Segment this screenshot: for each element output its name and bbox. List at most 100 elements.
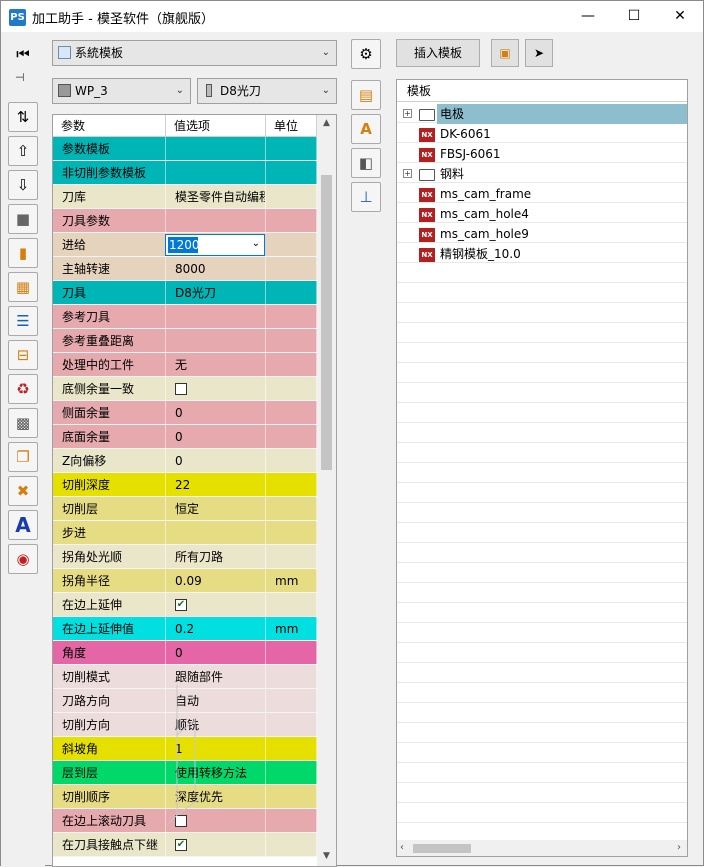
param-value[interactable]: 自动 [166,689,266,713]
move-down-icon[interactable]: ⇩ [8,170,38,200]
maximize-button[interactable]: ☐ [611,1,657,32]
checkbox[interactable] [175,814,187,827]
param-value[interactable]: 1 [166,737,266,761]
param-value[interactable]: 22 [166,473,266,497]
feed-input[interactable]: 1200 ⌄ [165,234,265,256]
table-row[interactable]: 侧面余量 0 [53,401,317,425]
workpiece-cube-icon[interactable]: ■ [8,204,38,234]
checkbox[interactable]: ✔ [175,598,187,611]
export-template-icon[interactable]: ➤ [525,39,553,67]
toolpath-edit-icon[interactable]: ▦ [8,272,38,302]
table-row[interactable]: 在边上滚动刀具 [53,809,317,833]
table-row[interactable]: 参考重叠距离 [53,329,317,353]
table-row[interactable]: 刀具 D8光刀 [53,281,317,305]
table-row[interactable]: 切削模式 跟随部件 [53,665,317,689]
param-value[interactable] [166,329,266,353]
table-row[interactable]: 刀具参数 [53,209,317,233]
param-value[interactable]: 跟随部件 [166,665,266,689]
tree-folder[interactable]: + 电极 [403,104,687,124]
table-row[interactable]: 处理中的工件无 [53,353,317,377]
feed-value[interactable]: 1200 [168,237,200,253]
template-stack-icon[interactable]: ▤ [351,80,381,110]
chevron-down-icon[interactable]: ⌄ [252,238,260,249]
checkbox[interactable]: ✔ [175,838,187,851]
table-row[interactable]: 参考刀具 [53,305,317,329]
expand-icon[interactable]: + [403,109,412,118]
scroll-thumb[interactable] [321,175,332,470]
coordinate-icon[interactable]: ⊟ [8,340,38,370]
eraser-icon[interactable]: ▮ [8,238,38,268]
tree-item[interactable]: NX ms_cam_hole9 [397,224,687,244]
table-row[interactable]: 拐角半径 0.09 mm [53,569,317,593]
list-generate-icon[interactable]: ☰ [8,306,38,336]
settings-gear-icon[interactable]: ⚙ [351,39,381,69]
template-select[interactable]: 系統模板 ⌄ [52,40,337,66]
table-row[interactable]: 切削顺序 深度优先 [53,785,317,809]
tree-item[interactable]: NX DK-6061 [397,124,687,144]
param-value[interactable] [166,137,266,161]
tool-blue-icon[interactable]: ⊥ [351,182,381,212]
param-value[interactable]: 深度优先 [166,785,266,809]
param-value[interactable]: 所有刀路 [166,545,266,569]
table-row[interactable]: 切削层 恒定 [53,497,317,521]
tree-item[interactable]: NX 精钢模板_10.0 [397,244,687,264]
copy-paste-icon[interactable]: ❐ [8,442,38,472]
param-value[interactable]: 恒定 [166,497,266,521]
scroll-left-icon[interactable]: ‹ [400,842,404,853]
simulate-car-icon[interactable]: ◉ [8,544,38,574]
param-value[interactable] [166,521,266,545]
scroll-down-icon[interactable]: ▼ [317,848,336,864]
param-value[interactable]: 0.2 [166,617,266,641]
table-row[interactable]: 切削方向 顺铣 [53,713,317,737]
pin-icon[interactable]: ⊣ [15,71,25,84]
text-a-icon[interactable]: A [8,510,38,540]
param-value[interactable] [166,809,266,833]
table-row[interactable]: 斜坡角 1 [53,737,317,761]
expand-icon[interactable]: + [403,169,412,178]
param-value[interactable]: 0 [166,449,266,473]
table-row[interactable]: 底侧余量一致 [53,377,317,401]
insert-template-button[interactable]: 插入模板 [396,39,480,67]
scroll-up-icon[interactable]: ▲ [317,115,336,131]
table-row[interactable]: 在刀具接触点下继 ✔ [53,833,317,857]
table-row[interactable]: 刀库 模圣零件自动编程 [53,185,317,209]
param-value[interactable] [166,377,266,401]
param-value[interactable] [166,305,266,329]
table-row[interactable]: 拐角处光顺 所有刀路 [53,545,317,569]
move-up-icon[interactable]: ⇧ [8,136,38,166]
table-row[interactable]: 底面余量 0 [53,425,317,449]
param-value[interactable]: 0 [166,401,266,425]
wp-select[interactable]: WP_3 ⌄ [52,78,191,104]
view-hatch-icon[interactable]: ▩ [8,408,38,438]
table-row[interactable]: 参数模板 [53,137,317,161]
table-row[interactable]: 层到层 使用转移方法 [53,761,317,785]
table-row[interactable]: 在边上延伸 ✔ [53,593,317,617]
param-value[interactable]: ✔ [166,833,266,857]
param-value[interactable] [166,161,266,185]
param-value[interactable]: 无 [166,353,266,377]
tool-holder-icon[interactable]: ♻ [8,374,38,404]
horizontal-scrollbar[interactable]: ‹ › [397,840,687,856]
table-row[interactable]: 角度 0 [53,641,317,665]
checkbox[interactable] [175,382,187,395]
minimize-button[interactable]: — [565,1,611,32]
delete-path-icon[interactable]: ✖ [8,476,38,506]
param-value[interactable]: ✔ [166,593,266,617]
tool-text-icon[interactable]: A [351,114,381,144]
param-value[interactable]: 8000 [166,257,266,281]
vertical-scrollbar[interactable]: ▲ ▼ [317,115,336,866]
tool-select[interactable]: D8光刀 ⌄ [197,78,337,104]
table-row[interactable]: Z向偏移 0 [53,449,317,473]
tree-item[interactable]: NX FBSJ-6061 [397,144,687,164]
param-value[interactable]: D8光刀 [166,281,266,305]
param-value[interactable]: 0 [166,425,266,449]
table-row[interactable]: 在边上延伸值 0.2 mm [53,617,317,641]
refresh-order-icon[interactable]: ⇅ [8,102,38,132]
close-button[interactable]: ✕ [657,1,703,32]
param-value[interactable]: 0 [166,641,266,665]
param-value[interactable] [166,209,266,233]
table-row[interactable]: 进给 1200 ⌄ [53,233,317,257]
table-row[interactable]: 切削深度 22 [53,473,317,497]
collapse-first-icon[interactable]: ⏮ [8,39,38,69]
param-value[interactable]: 顺铣 [166,713,266,737]
